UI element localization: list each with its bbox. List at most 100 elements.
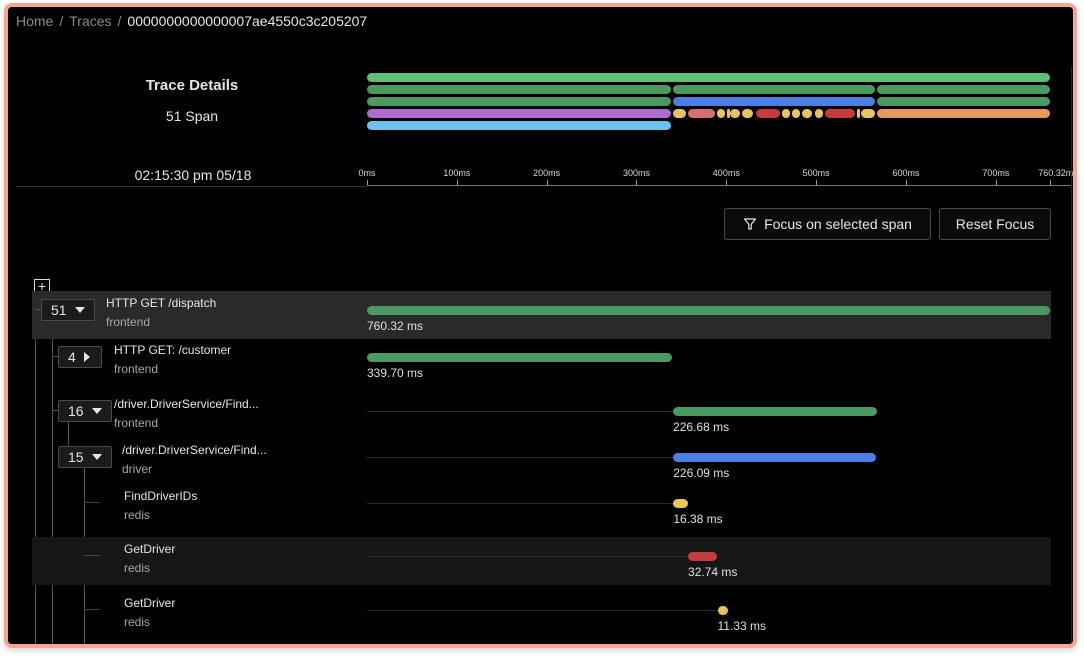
scrollbar[interactable] (1071, 67, 1072, 644)
span-duration-bar[interactable] (673, 499, 689, 508)
span-duration: 11.33 ms (717, 619, 766, 633)
filter-icon (743, 218, 757, 230)
app-window: Home / Traces/0000000000000007ae4550c3c205… (4, 3, 1077, 648)
timeline-tick-label: 400ms (712, 168, 740, 178)
timeline-axis (367, 185, 1072, 186)
span-duration: 760.32 ms (367, 319, 424, 333)
child-count-toggle[interactable]: 4 (58, 346, 102, 368)
child-count: 16 (68, 403, 84, 419)
span-offset-guide (367, 556, 689, 557)
timeline-tick (816, 180, 818, 185)
span-service: frontend (114, 362, 159, 376)
timeline-tick-label: 600ms (892, 168, 920, 178)
timeline-tick (995, 180, 997, 185)
span-name[interactable]: GetDriver (124, 596, 175, 610)
timeline-tick (1050, 180, 1051, 185)
span-service: driver (122, 462, 153, 476)
span-row[interactable]: 16/driver.DriverService/Find... frontend 2… (32, 392, 1051, 440)
minimap-span-bar (825, 109, 856, 118)
span-service: frontend (114, 416, 159, 430)
span-service: redis (124, 561, 151, 575)
span-service: frontend (106, 315, 151, 329)
timeline-tick (456, 180, 458, 185)
span-row[interactable]: 51 HTTP GET /dispatch frontend 760.32 ms (32, 291, 1051, 339)
span-name[interactable]: /driver.DriverService/Find... (114, 397, 259, 411)
span-duration-bar[interactable] (688, 552, 718, 561)
minimap-span-bar (673, 97, 875, 106)
span-offset-guide (367, 411, 674, 412)
span-offset-guide (367, 457, 674, 458)
span-duration-bar[interactable] (673, 453, 877, 462)
minimap-span-bar (815, 109, 824, 118)
minimap-span-bar (367, 85, 672, 94)
caret-down-icon (74, 307, 85, 313)
timeline-tick-label: 100ms (443, 168, 471, 178)
span-name[interactable]: HTTP GET /dispatch (106, 296, 216, 310)
span-name[interactable]: FindDriverIDs (124, 489, 197, 503)
minimap-span-bar (742, 109, 754, 118)
span-row[interactable]: 15/driver.DriverService/Find... driver 226… (32, 438, 1051, 486)
minimap-span-bar (876, 85, 1050, 94)
reset-focus-label: Reset Focus (955, 216, 1035, 232)
span-offset-guide (367, 610, 718, 611)
timeline-tick-label: 500ms (802, 168, 830, 178)
span-offset-guide (367, 503, 674, 504)
span-duration-bar[interactable] (673, 407, 877, 416)
caret-right-icon (83, 352, 90, 362)
span-duration: 32.74 ms (688, 565, 738, 579)
minimap-span-bar (367, 97, 672, 106)
timeline-tick (636, 180, 638, 185)
minimap-span-bar (876, 97, 1050, 106)
minimap-span-bar (673, 85, 875, 94)
minimap-span-bar (367, 73, 1050, 82)
minimap-span-bar (673, 109, 687, 118)
tree-connector (84, 502, 100, 503)
span-name[interactable]: GetDriver (124, 542, 175, 556)
child-count-toggle[interactable]: 15 (58, 446, 112, 468)
minimap-span-bar (688, 109, 716, 118)
span-name[interactable]: HTTP GET: /customer (114, 343, 231, 357)
span-duration: 226.09 ms (673, 466, 730, 480)
span-row[interactable]: GetDriver redis 11.33 ms (32, 591, 1051, 639)
minimap-span-bar (792, 109, 801, 118)
span-name[interactable]: /driver.DriverService/Find... (122, 443, 267, 457)
timeline-tick (905, 180, 907, 185)
tree-connector (84, 609, 100, 610)
span-row[interactable]: GetDriver redis 32.74 ms (32, 537, 1051, 585)
timeline-tick-label: 700ms (982, 168, 1010, 178)
span-duration: 226.68 ms (673, 420, 730, 434)
span-row[interactable]: 4 HTTP GET: /customer frontend 339.70 ms (32, 338, 1051, 386)
focus-selected-span-label: Focus on selected span (764, 216, 912, 232)
header-divider (16, 186, 367, 187)
timeline-tick (367, 180, 368, 185)
minimap-span-bar (756, 109, 781, 118)
reset-focus-button[interactable]: Reset Focus (939, 208, 1051, 240)
timeline-tick-label: 200ms (533, 168, 561, 178)
span-service: redis (124, 615, 151, 629)
tree-connector (84, 555, 100, 556)
timeline-tick (726, 180, 728, 185)
caret-down-icon (91, 454, 102, 460)
child-count-toggle[interactable]: 16 (58, 400, 112, 422)
minimap-span-bar (857, 109, 861, 118)
span-row[interactable]: FindDriverIDs redis 16.38 ms (32, 484, 1051, 532)
minimap-span-bar (367, 109, 672, 118)
minimap-span-bar (782, 109, 791, 118)
minimap-span-bar (717, 109, 726, 118)
span-duration-bar[interactable] (367, 306, 1050, 315)
trace-view: Home / Traces/0000000000000007ae4550c3c205… (8, 7, 1073, 644)
child-count: 51 (51, 302, 67, 318)
span-duration: 339.70 ms (367, 366, 424, 380)
minimap-span-bar (876, 109, 1050, 118)
child-count: 4 (68, 349, 76, 365)
minimap-span-bar (861, 109, 876, 118)
timeline-tick (546, 180, 548, 185)
timeline-tick-label: 0ms (358, 168, 376, 178)
span-duration-bar[interactable] (717, 606, 728, 615)
child-count-toggle[interactable]: 51 (41, 299, 95, 321)
minimap-span-bar (730, 109, 741, 118)
span-duration-bar[interactable] (367, 353, 673, 362)
span-duration: 16.38 ms (673, 512, 723, 526)
focus-selected-span-button[interactable]: Focus on selected span (724, 208, 931, 240)
child-count: 15 (68, 449, 84, 465)
